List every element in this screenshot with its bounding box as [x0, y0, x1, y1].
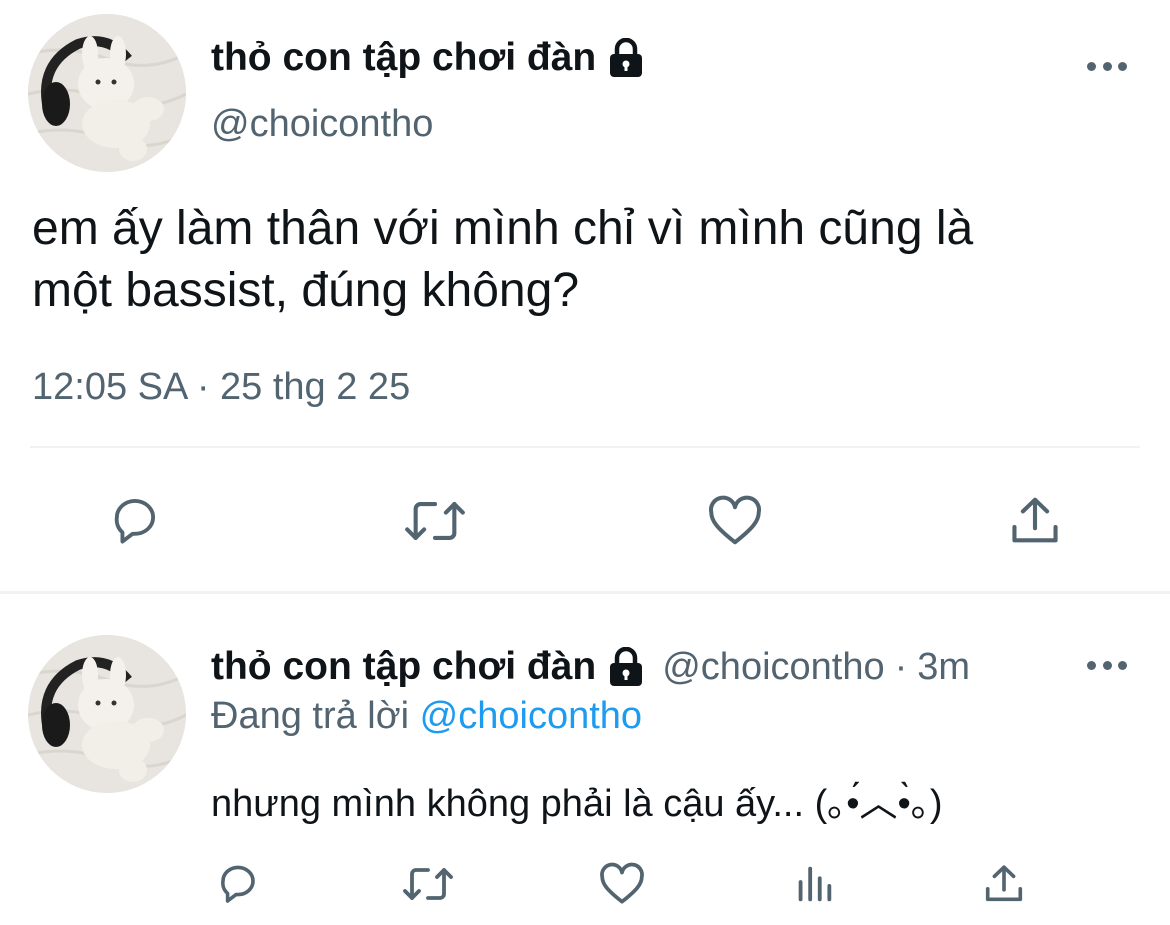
reply-age[interactable]: 3m — [917, 646, 970, 689]
reply-views-button[interactable] — [788, 858, 840, 910]
avatar-image — [28, 635, 186, 793]
display-name[interactable]: thỏ con tập chơi đàn — [211, 36, 644, 80]
user-handle[interactable]: @choicontho — [211, 103, 433, 146]
avatar-image — [28, 14, 186, 172]
retweet-icon — [403, 868, 453, 900]
tweet-time: 12:05 SA — [32, 366, 187, 408]
reply-avatar[interactable] — [28, 635, 186, 793]
share-button[interactable] — [1004, 490, 1066, 552]
retweet-icon — [405, 502, 465, 540]
replying-to-label: Đang trả lời — [211, 695, 410, 737]
share-upload-icon — [985, 865, 1023, 902]
lock-icon — [608, 647, 644, 687]
divider — [30, 446, 1140, 448]
display-name-text: thỏ con tập chơi đàn — [211, 36, 597, 79]
heart-icon — [709, 495, 761, 545]
reply-bubble-icon — [221, 865, 255, 903]
reply-reply-button[interactable] — [212, 858, 264, 910]
share-upload-icon — [1012, 497, 1058, 543]
more-horizontal-icon[interactable] — [1087, 58, 1127, 74]
reply-handle[interactable]: @choicontho — [662, 646, 884, 689]
heart-icon — [600, 862, 644, 904]
tweet-date: 25 thg 2 25 — [220, 366, 411, 408]
meta-separator: · — [196, 366, 210, 408]
reply-retweet-button[interactable] — [400, 858, 456, 910]
reply-more-icon[interactable] — [1087, 657, 1127, 673]
reply-bubble-icon — [114, 499, 156, 544]
reply-button[interactable] — [104, 490, 166, 552]
reply-text: nhưng mình không phải là cậu ấy... (｡•́︿… — [211, 783, 943, 825]
avatar[interactable] — [28, 14, 186, 172]
section-divider — [0, 591, 1170, 594]
tweet-text-line-1: em ấy làm thân với mình chỉ vì mình cũng… — [32, 202, 974, 255]
like-button[interactable] — [704, 490, 766, 552]
replying-to-mention[interactable]: @choicontho — [420, 695, 642, 737]
reply-separator: · — [894, 645, 908, 688]
tweet-timestamp[interactable]: 12:05 SA · 25 thg 2 25 — [32, 366, 410, 409]
reply-share-button[interactable] — [978, 858, 1030, 910]
reply-like-button[interactable] — [596, 858, 648, 910]
tweet-text: em ấy làm thân với mình chỉ vì mình cũng… — [32, 198, 973, 322]
tweet-text-line-2: một bassist, đúng không? — [32, 264, 580, 317]
reply-display-name[interactable]: thỏ con tập chơi đàn — [211, 645, 644, 689]
retweet-button[interactable] — [402, 490, 468, 552]
reply-display-name-text: thỏ con tập chơi đàn — [211, 645, 597, 688]
lock-icon — [608, 38, 644, 78]
reply-header: thỏ con tập chơi đàn @choicontho · 3m — [211, 645, 970, 689]
replying-to: Đang trả lời @choicontho — [211, 695, 642, 738]
analytics-bars-icon — [798, 866, 832, 902]
